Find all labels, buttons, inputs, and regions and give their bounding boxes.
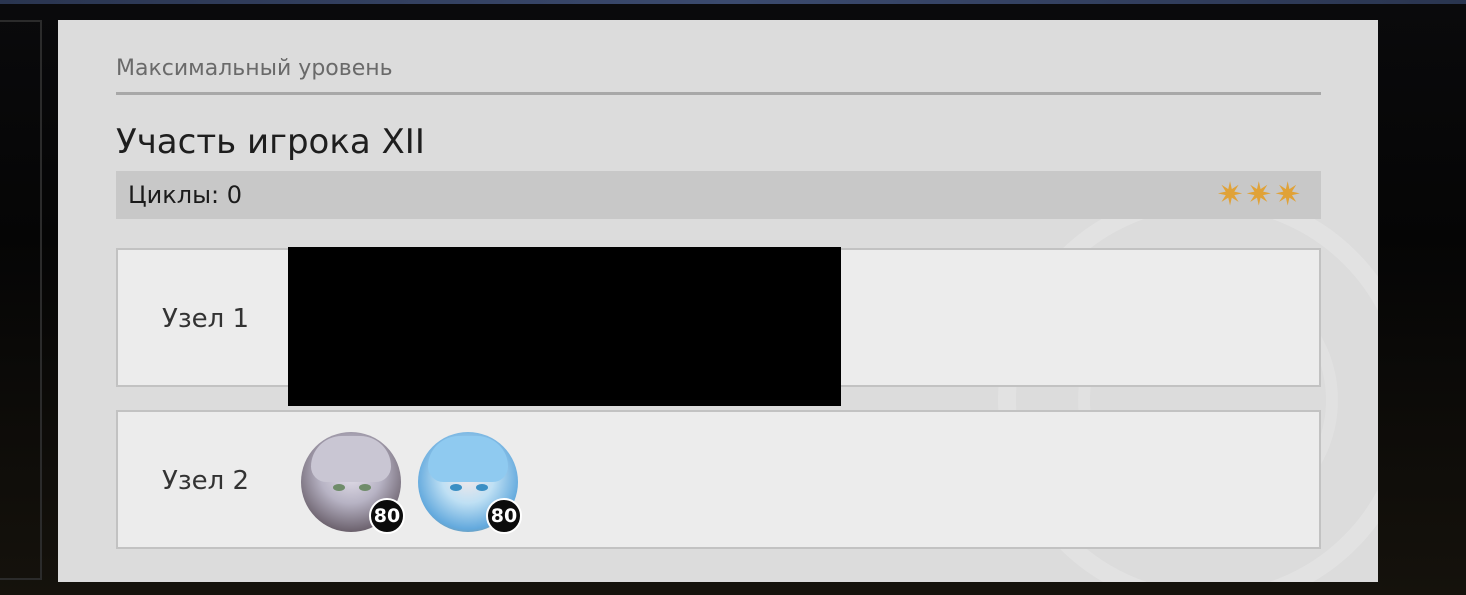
character-avatar[interactable]: 80 <box>301 432 405 534</box>
star-rating-icon: ✷✷✷ <box>1216 175 1303 213</box>
node-label: Узел 1 <box>162 304 250 334</box>
cycles-count: Циклы: 0 <box>128 181 242 209</box>
cycles-bar: Циклы: 0 ✷✷✷ <box>116 171 1321 219</box>
top-strip <box>0 0 1466 4</box>
stage-title: Участь игрока XII <box>116 122 425 162</box>
level-badge: 80 <box>486 498 522 534</box>
redacted-region <box>288 247 841 406</box>
difficulty-subtitle: Максимальный уровень <box>116 56 393 81</box>
character-avatar[interactable]: 80 <box>418 432 522 534</box>
level-badge: 80 <box>369 498 405 534</box>
node-label: Узел 2 <box>162 466 250 496</box>
node-2-row[interactable]: Узел 2 80 80 <box>116 410 1321 549</box>
header-divider <box>116 92 1321 95</box>
left-side-panel <box>0 20 42 580</box>
